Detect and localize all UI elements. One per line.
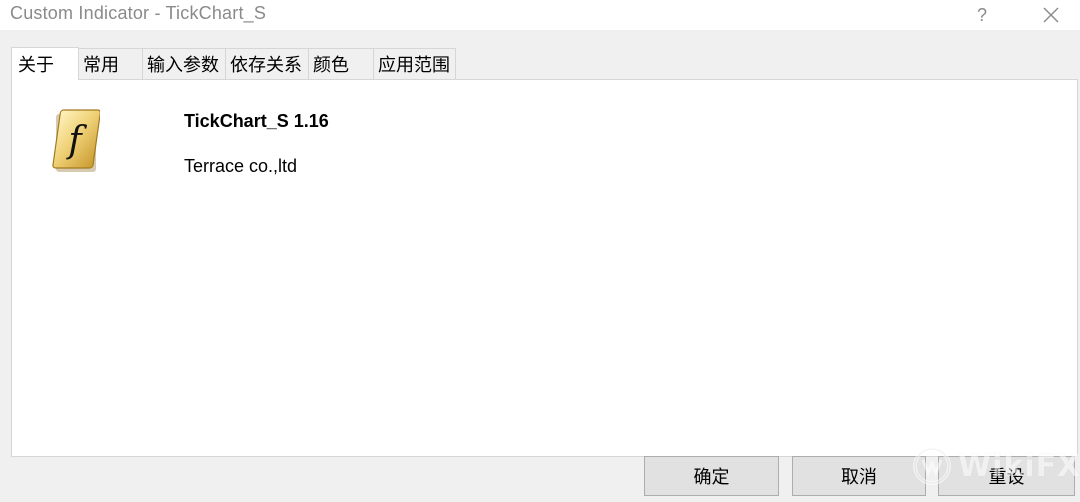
- tab-dependencies[interactable]: 依存关系: [226, 48, 309, 79]
- function-f-icon: f: [52, 109, 100, 172]
- tab-scope[interactable]: 应用范围: [374, 48, 456, 79]
- close-icon: [1043, 7, 1059, 23]
- about-panel: f TickChart_S 1.16 Terrace co.,ltd: [11, 79, 1078, 457]
- window-title: Custom Indicator - TickChart_S: [10, 3, 267, 23]
- help-button[interactable]: ?: [966, 0, 998, 30]
- cancel-button[interactable]: 取消: [792, 456, 926, 496]
- tab-colors[interactable]: 颜色: [309, 48, 374, 79]
- tab-bar: 关于 常用 输入参数 依存关系 颜色 应用范围: [11, 47, 456, 80]
- ok-button[interactable]: 确定: [644, 456, 779, 496]
- reset-button[interactable]: 重设: [938, 456, 1075, 496]
- indicator-name: TickChart_S 1.16: [184, 111, 329, 131]
- tab-about[interactable]: 关于: [11, 47, 79, 80]
- close-button[interactable]: [1034, 0, 1068, 30]
- title-bar: Custom Indicator - TickChart_S ?: [0, 0, 1080, 30]
- tab-common[interactable]: 常用: [79, 48, 143, 79]
- indicator-company: Terrace co.,ltd: [184, 156, 298, 176]
- tab-inputs[interactable]: 输入参数: [143, 48, 226, 79]
